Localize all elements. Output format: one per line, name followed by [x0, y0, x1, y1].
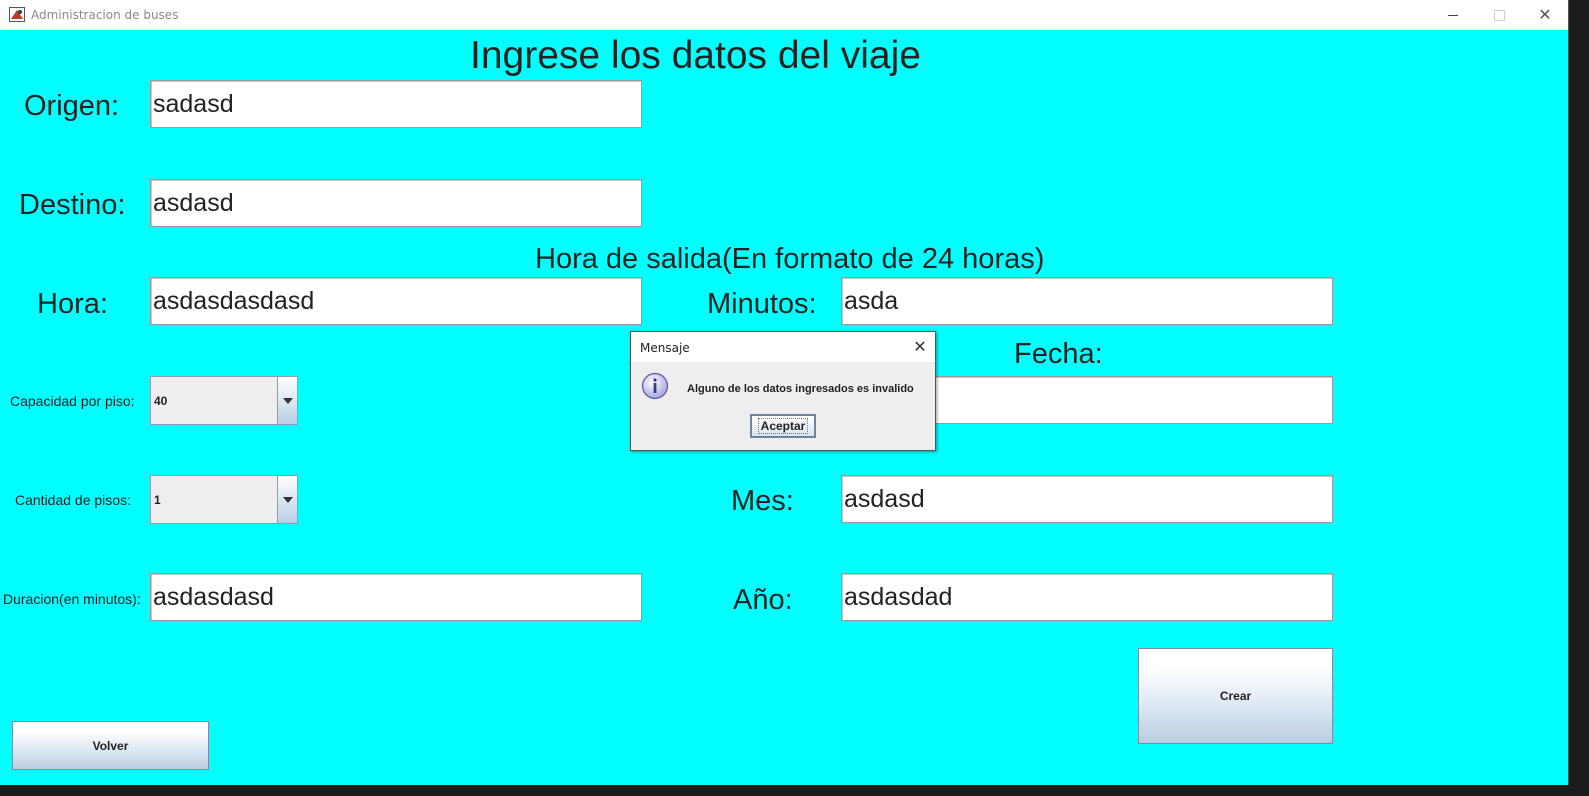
close-button[interactable]: ✕	[1522, 0, 1568, 30]
minimize-icon	[1448, 14, 1458, 16]
origen-label: Origen:	[24, 90, 120, 122]
origen-input[interactable]	[150, 80, 642, 128]
capacidad-select[interactable]: 40	[150, 376, 298, 425]
destino-label: Destino:	[19, 189, 126, 221]
volver-button[interactable]: Volver	[12, 721, 209, 770]
duracion-label: Duracion(en minutos):	[3, 591, 141, 607]
hora-salida-heading: Hora de salida(En formato de 24 horas)	[535, 243, 1045, 275]
capacidad-label: Capacidad por piso:	[10, 393, 135, 409]
page-title: Ingrese los datos del viaje	[470, 34, 921, 77]
minimize-button[interactable]	[1430, 0, 1476, 30]
crear-button[interactable]: Crear	[1138, 648, 1333, 744]
app-icon	[9, 7, 25, 22]
fecha-heading: Fecha:	[1014, 338, 1103, 370]
capacidad-dropdown-button[interactable]	[277, 377, 297, 424]
close-icon: ✕	[913, 339, 927, 356]
dialog-close-button[interactable]: ✕	[909, 336, 931, 358]
title-bar[interactable]: Administracion de buses ✕	[0, 0, 1568, 30]
hora-input[interactable]	[150, 277, 642, 325]
aceptar-button[interactable]: Aceptar	[750, 414, 816, 438]
chevron-down-icon	[282, 397, 293, 404]
minutos-input[interactable]	[841, 277, 1333, 325]
capacidad-value: 40	[154, 394, 168, 408]
info-icon	[641, 372, 669, 400]
pisos-dropdown-button[interactable]	[277, 476, 297, 523]
destino-input[interactable]	[150, 179, 642, 227]
message-dialog: Mensaje ✕ Alguno de los datos ingresados…	[630, 331, 936, 451]
mes-label: Mes:	[731, 485, 794, 517]
dialog-title-bar[interactable]: Mensaje ✕	[631, 332, 935, 362]
aceptar-label: Aceptar	[757, 418, 809, 434]
duracion-input[interactable]	[150, 573, 642, 621]
window-title: Administracion de buses	[31, 8, 179, 22]
pisos-select[interactable]: 1	[150, 475, 298, 524]
close-icon: ✕	[1538, 7, 1552, 24]
dialog-title: Mensaje	[640, 341, 690, 355]
anio-input[interactable]	[841, 573, 1333, 621]
mes-input[interactable]	[841, 475, 1333, 523]
pisos-value: 1	[154, 493, 161, 507]
pisos-label: Cantidad de pisos:	[15, 492, 131, 508]
hora-label: Hora:	[37, 288, 108, 320]
anio-label: Año:	[733, 584, 793, 616]
maximize-icon	[1493, 9, 1505, 21]
maximize-button[interactable]	[1476, 0, 1522, 30]
minutos-label: Minutos:	[707, 288, 817, 320]
chevron-down-icon	[282, 496, 293, 503]
dialog-message: Alguno de los datos ingresados es invali…	[687, 383, 914, 395]
